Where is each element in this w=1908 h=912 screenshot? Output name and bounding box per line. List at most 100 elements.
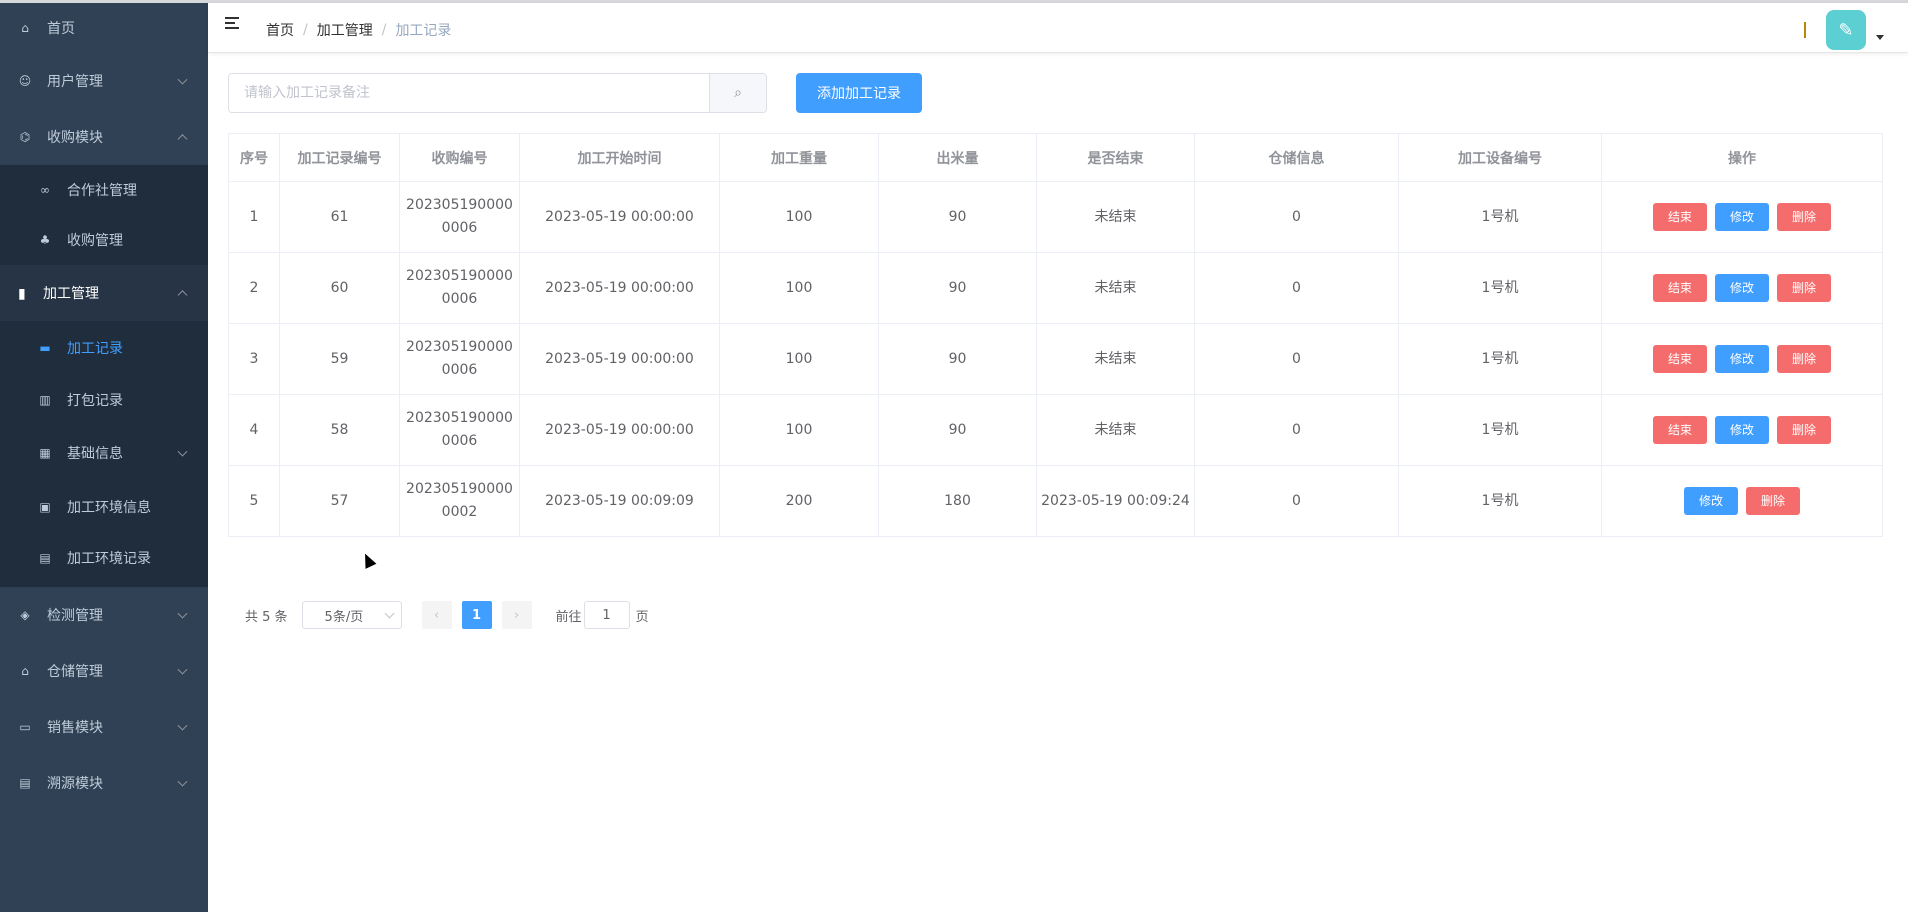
user-icon: ☺ — [18, 74, 32, 88]
hamburger-icon[interactable] — [225, 17, 241, 33]
cell-ended: 未结束 — [1036, 394, 1195, 466]
document-icon: ▤ — [39, 551, 51, 565]
pagination-total: 共 5 条 — [245, 609, 288, 625]
page-jump-prefix: 前往 — [555, 609, 582, 625]
cell-index: 1 — [228, 181, 280, 253]
sidebar-item-trace[interactable]: ▤ 溯源模块 — [0, 755, 208, 811]
cell-output: 90 — [878, 323, 1037, 395]
page-jump-input[interactable]: 1 — [583, 601, 630, 629]
caret-down-icon[interactable] — [1876, 34, 1884, 40]
sidebar-item-basic-info[interactable]: ▦ 基础信息 — [0, 425, 208, 481]
cell-start-time: 2023-05-19 00:00:00 — [519, 394, 720, 466]
sidebar-item-home[interactable]: ⌂ 首页 — [0, 3, 208, 53]
delete-button[interactable]: 删除 — [1777, 345, 1832, 373]
sidebar-item-purchase-management[interactable]: ♣ 收购管理 — [0, 215, 208, 265]
delete-button[interactable]: 删除 — [1777, 416, 1832, 444]
page-number-button[interactable]: 1 — [461, 601, 492, 629]
sidebar-item-label: 用户管理 — [47, 74, 103, 90]
sidebar-item-label: 合作社管理 — [67, 183, 137, 199]
trace-icon: ▤ — [19, 776, 31, 790]
edit-button[interactable]: 修改 — [1714, 274, 1769, 302]
edit-button[interactable]: 修改 — [1683, 487, 1738, 515]
cell-actions: 结束 修改 删除 — [1601, 252, 1883, 324]
cell-record-id: 60 — [279, 252, 400, 324]
cell-actions: 结束 修改 删除 — [1601, 323, 1883, 395]
breadcrumb-processing[interactable]: 加工管理 — [317, 20, 373, 40]
sidebar-item-env-info[interactable]: ▣ 加工环境信息 — [0, 481, 208, 533]
chevron-down-icon — [177, 720, 188, 731]
cell-index: 3 — [228, 323, 280, 395]
cell-device: 1号机 — [1398, 394, 1602, 466]
cell-device: 1号机 — [1398, 465, 1602, 537]
sidebar-item-inspection[interactable]: ◈ 检测管理 — [0, 587, 208, 643]
cell-purchase-id: 202305190000 0006 — [399, 181, 520, 253]
cell-weight: 200 — [719, 465, 879, 537]
sidebar-item-warehouse[interactable]: ⌂ 仓储管理 — [0, 643, 208, 699]
end-button[interactable]: 结束 — [1652, 274, 1707, 302]
col-weight: 加工重量 — [719, 133, 879, 182]
cell-ended: 2023-05-19 00:09:24 — [1036, 465, 1195, 537]
cell-ended: 未结束 — [1036, 181, 1195, 253]
next-page-button[interactable]: › — [501, 601, 532, 629]
avatar[interactable]: ✎ — [1826, 10, 1866, 50]
cell-purchase-id: 202305190000 0006 — [399, 394, 520, 466]
purchase-id-line1: 202305190000 — [406, 481, 513, 497]
col-storage: 仓储信息 — [1194, 133, 1399, 182]
sidebar-item-cooperative[interactable]: ∞ 合作社管理 — [0, 165, 208, 215]
end-button[interactable]: 结束 — [1652, 345, 1707, 373]
edit-button[interactable]: 修改 — [1714, 416, 1769, 444]
sidebar-item-processing-management[interactable]: ▮ 加工管理 — [0, 265, 208, 321]
chevron-down-icon — [177, 608, 188, 619]
sidebar-item-label: 销售模块 — [47, 720, 103, 736]
page-size-select[interactable]: 5条/页 — [301, 601, 402, 629]
col-output: 出米量 — [878, 133, 1037, 182]
sidebar-item-purchase-module[interactable]: ⌬ 收购模块 — [0, 109, 208, 165]
search-button[interactable]: ⌕ — [709, 74, 766, 112]
cell-weight: 100 — [719, 252, 879, 324]
cell-record-id: 58 — [279, 394, 400, 466]
cell-start-time: 2023-05-19 00:00:00 — [519, 252, 720, 324]
breadcrumb-separator: / — [303, 22, 308, 38]
table-header-row: 序号 加工记录编号 收购编号 加工开始时间 加工重量 出米量 是否结束 仓储信息… — [228, 133, 1883, 182]
purchase-id-line2: 0006 — [441, 291, 478, 307]
delete-button[interactable]: 删除 — [1777, 274, 1832, 302]
sidebar-item-user-management[interactable]: ☺ 用户管理 — [0, 53, 208, 109]
end-button[interactable]: 结束 — [1652, 416, 1707, 444]
chevron-down-icon — [177, 664, 188, 675]
cell-start-time: 2023-05-19 00:00:00 — [519, 323, 720, 395]
purchase-id-line2: 0002 — [441, 504, 478, 520]
home-icon: ⌂ — [21, 21, 29, 35]
cell-weight: 100 — [719, 394, 879, 466]
sidebar-item-packing-record[interactable]: ▥ 打包记录 — [0, 375, 208, 425]
search-input[interactable] — [229, 74, 709, 112]
cell-storage: 0 — [1194, 465, 1399, 537]
chevron-down-icon — [177, 74, 188, 85]
breadcrumb-separator: / — [381, 22, 387, 38]
sidebar-item-label: 加工环境记录 — [67, 551, 151, 567]
cell-weight: 100 — [719, 323, 879, 395]
cell-device: 1号机 — [1398, 252, 1602, 324]
grid-icon: ▦ — [39, 446, 51, 460]
cell-actions: 结束 修改 删除 — [1601, 394, 1883, 466]
edit-button[interactable]: 修改 — [1714, 203, 1769, 231]
search-box: ⌕ — [228, 73, 767, 113]
prev-page-button[interactable]: ‹ — [421, 601, 452, 629]
delete-button[interactable]: 删除 — [1746, 487, 1801, 515]
cell-weight: 100 — [719, 181, 879, 253]
search-icon: ⌕ — [734, 85, 742, 101]
delete-button[interactable]: 删除 — [1777, 203, 1832, 231]
chevron-right-icon: › — [513, 607, 520, 623]
main-content: ⌕ 添加加工记录 序号 加工记录编号 收购编号 加工开始时间 加工重量 出米量 … — [208, 53, 1908, 912]
breadcrumb-home[interactable]: 首页 — [266, 20, 294, 40]
edit-button[interactable]: 修改 — [1714, 345, 1769, 373]
sidebar-item-processing-record[interactable]: ▬ 加工记录 — [0, 321, 208, 375]
purchase-id-line1: 202305190000 — [406, 339, 513, 355]
sidebar-item-env-record[interactable]: ▤ 加工环境记录 — [0, 533, 208, 583]
end-button[interactable]: 结束 — [1652, 203, 1707, 231]
sidebar-item-sales[interactable]: ▭ 销售模块 — [0, 699, 208, 755]
add-processing-record-button[interactable]: 添加加工记录 — [796, 73, 922, 113]
col-ended: 是否结束 — [1036, 133, 1195, 182]
table-row: 2 60 202305190000 0006 2023-05-19 00:00:0… — [228, 252, 1883, 324]
col-device: 加工设备编号 — [1398, 133, 1602, 182]
page-jump-suffix: 页 — [635, 609, 649, 625]
